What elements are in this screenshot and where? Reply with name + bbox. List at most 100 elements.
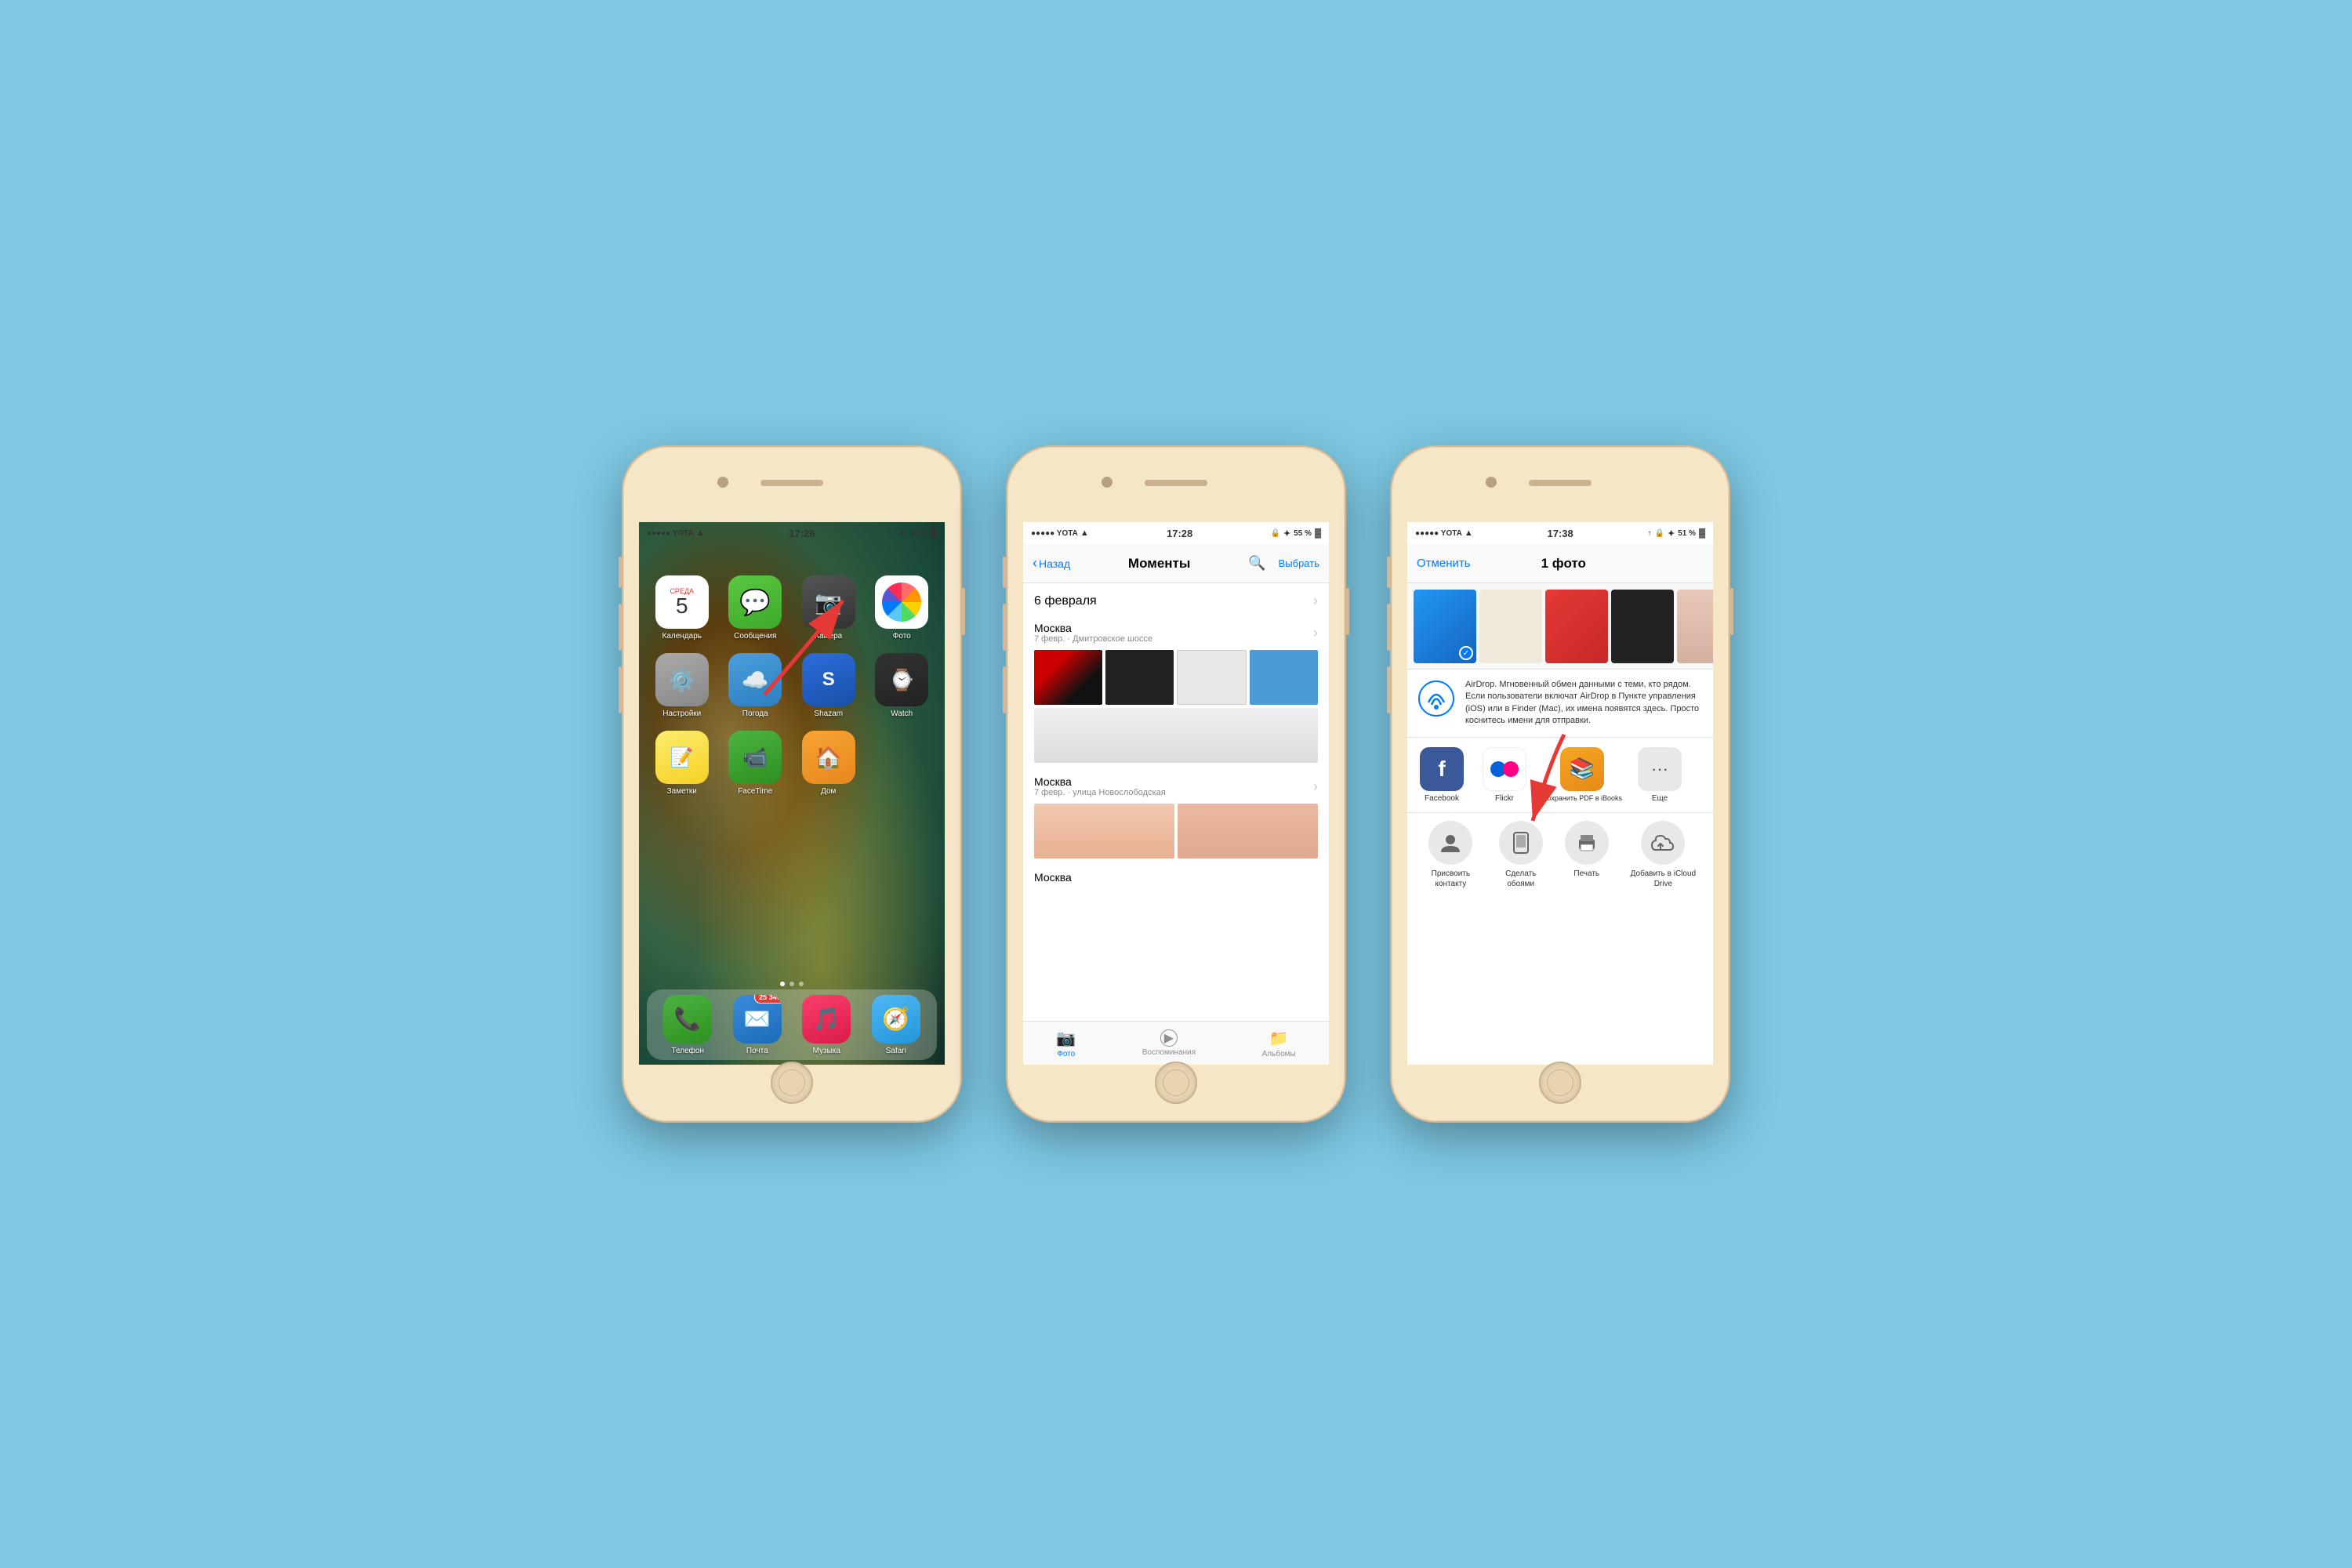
select-button[interactable]: Выбрать (1279, 557, 1319, 569)
preview-thumb-2[interactable] (1479, 590, 1542, 663)
home-button-2[interactable] (1155, 1062, 1197, 1104)
section-moscow-1: Москва 7 февр. · Дмитровское шоссе (1034, 622, 1318, 763)
dock-mail[interactable]: ✉️ 25 340 Почта (733, 995, 782, 1055)
app-shazam[interactable]: S Shazam (798, 653, 859, 718)
photos-icon (882, 583, 921, 622)
app-calendar[interactable]: среда 5 Календарь (652, 575, 713, 641)
tab-photos[interactable]: 📷 Фото (1056, 1029, 1076, 1058)
preview-checkmark: ✓ (1459, 646, 1473, 660)
photo-thumb-vr[interactable] (1034, 650, 1102, 705)
back-button[interactable]: ‹ Назад (1033, 555, 1070, 572)
app-watch[interactable]: ⌚ Watch (872, 653, 933, 718)
mail-badge: 25 340 (754, 995, 782, 1004)
app-camera-label: Камера (815, 632, 842, 641)
dock-phone[interactable]: 📞 Телефон (663, 995, 712, 1055)
search-button[interactable]: 🔍 (1248, 555, 1265, 572)
action-wallpaper[interactable]: Сделать обоями (1491, 821, 1551, 889)
action-contact[interactable]: Присвоить контакту (1417, 821, 1485, 889)
home-button[interactable] (771, 1062, 813, 1104)
phone-call-icon: 📞 (674, 1006, 702, 1032)
app-photos-label: Фото (893, 632, 911, 641)
clock-icon-2: 🔒 (1270, 529, 1279, 538)
preview-thumb-3[interactable] (1545, 590, 1608, 663)
app-home[interactable]: 🏠 Дом (798, 731, 859, 796)
battery-icon: ▓ (931, 528, 937, 538)
app-watch-label: Watch (891, 710, 913, 718)
share-flickr[interactable]: Flickr (1479, 747, 1530, 803)
facebook-icon: f (1420, 747, 1464, 791)
power-button[interactable] (962, 588, 965, 635)
app-settings[interactable]: ⚙️ Настройки (652, 653, 713, 718)
carrier-text-3: ●●●●● YOTA (1415, 529, 1462, 538)
preview-thumb-1[interactable]: ✓ (1414, 590, 1476, 663)
dock-safari[interactable]: 🧭 Safari (872, 995, 920, 1055)
mute-button-2[interactable] (1003, 557, 1006, 588)
app-photos[interactable]: Фото (872, 575, 933, 641)
preview-thumb-5[interactable] (1677, 590, 1713, 663)
volume-up-button-3[interactable] (1387, 604, 1390, 651)
mute-button-3[interactable] (1387, 557, 1390, 588)
tab-memories[interactable]: ▶ Воспоминания (1142, 1029, 1196, 1057)
volume-up-button[interactable] (619, 604, 622, 651)
power-button-2[interactable] (1346, 588, 1349, 635)
app-camera[interactable]: 📷 Камера (798, 575, 859, 641)
photo-thumb-text[interactable] (1177, 650, 1247, 705)
city-label-3: Москва (1034, 871, 1318, 884)
volume-down-button-2[interactable] (1003, 666, 1006, 713)
action-icloud[interactable]: Добавить в iCloud Drive (1623, 821, 1704, 889)
share-facebook[interactable]: f Facebook (1417, 747, 1467, 803)
app-facetime[interactable]: 📹 FaceTime (725, 731, 786, 796)
dock-mail-label: Почта (746, 1047, 768, 1055)
wifi-icon: ▲ (696, 528, 705, 538)
messages-icon: 💬 (739, 587, 771, 617)
volume-down-button-3[interactable] (1387, 666, 1390, 713)
action-print[interactable]: Печать (1557, 821, 1617, 879)
section-moscow-2: Москва 7 февр. · улица Новослободская (1034, 775, 1318, 858)
preview-thumb-4[interactable] (1611, 590, 1674, 663)
app-messages[interactable]: 💬 Сообщения (725, 575, 786, 641)
back-label: Назад (1039, 557, 1070, 570)
photo-thumb-blue[interactable] (1250, 650, 1318, 705)
facetime-icon: 📹 (742, 746, 768, 770)
app-shazam-label: Shazam (814, 710, 843, 718)
home-button-3[interactable] (1539, 1062, 1581, 1104)
contact-icon (1428, 821, 1472, 865)
tab-albums[interactable]: 📁 Альбомы (1262, 1029, 1296, 1058)
settings-icon: ⚙️ (668, 667, 695, 693)
dock-music-label: Музыка (813, 1047, 840, 1055)
chevron-icon-3 (1313, 779, 1318, 795)
dock-phone-label: Телефон (672, 1047, 704, 1055)
dock-music[interactable]: 🎵 Музыка (802, 995, 851, 1055)
app-settings-label: Настройки (662, 710, 701, 718)
photo-row-2 (1034, 708, 1318, 763)
share-more[interactable]: ··· Еще (1635, 747, 1685, 803)
contact-label: Присвоить контакту (1417, 869, 1485, 889)
volume-down-button[interactable] (619, 666, 622, 713)
ibooks-icon: 📚 (1560, 747, 1604, 791)
section-moscow-header-1: Москва 7 февр. · Дмитровское шоссе (1034, 622, 1318, 644)
volume-up-button-2[interactable] (1003, 604, 1006, 651)
location-icon-3: ↑ (1647, 529, 1651, 538)
app-notes[interactable]: 📝 Заметки (652, 731, 713, 796)
app-home-label: Дом (821, 787, 836, 796)
mute-button[interactable] (619, 557, 622, 588)
share-ibooks[interactable]: 📚 Сохранить PDF в iBooks (1542, 747, 1622, 802)
photos-content[interactable]: 6 февраля Москва 7 февр. · Дмитровское ш… (1023, 583, 1329, 1021)
albums-tab-label: Альбомы (1262, 1050, 1296, 1058)
phone-speaker-2 (1145, 480, 1207, 486)
cancel-button[interactable]: Отменить (1417, 557, 1471, 570)
flickr-label: Flickr (1495, 794, 1514, 803)
notes-icon: 📝 (670, 746, 694, 769)
app-weather[interactable]: ☁️ Погода (725, 653, 786, 718)
shazam-icon: S (822, 669, 835, 691)
power-button-3[interactable] (1730, 588, 1733, 635)
dock: 📞 Телефон ✉️ 25 340 Почта 🎵 Музыка (647, 989, 937, 1060)
photo-thumb-iphone[interactable] (1105, 650, 1174, 705)
photo-thumb-phones-1[interactable] (1034, 804, 1174, 858)
date-label-6feb: 6 февраля (1034, 594, 1097, 608)
photo-thumb-phones-2[interactable] (1178, 804, 1318, 858)
app-calendar-label: Календарь (662, 632, 702, 641)
time-display-2: 17:28 (1167, 528, 1192, 539)
photo-thumb-snow[interactable] (1034, 708, 1318, 763)
carrier-text: ●●●●● YOTA (647, 529, 694, 538)
